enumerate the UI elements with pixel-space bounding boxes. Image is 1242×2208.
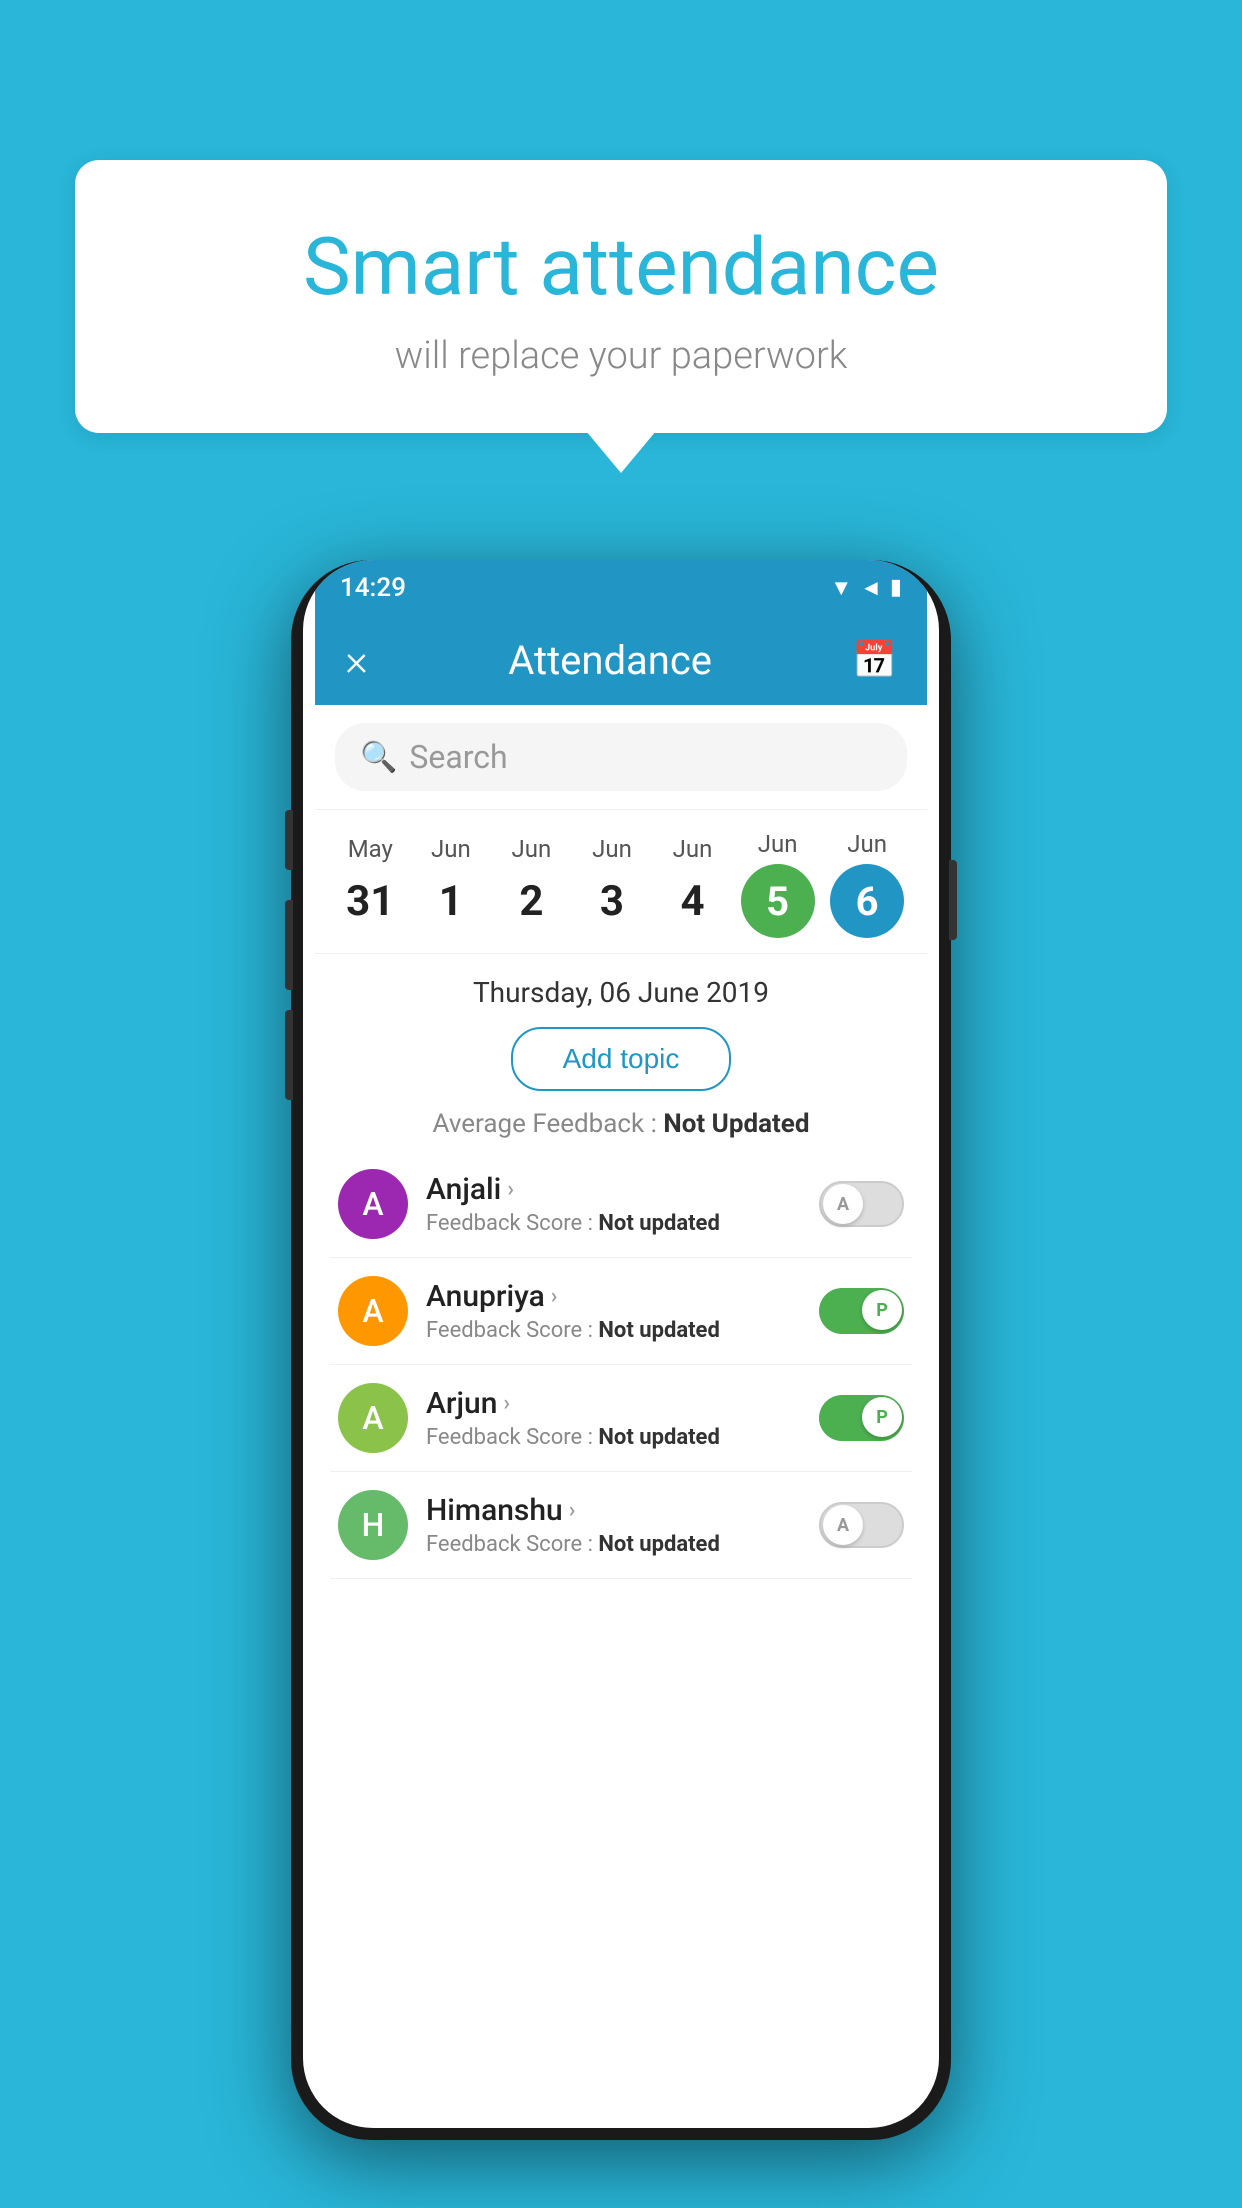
calendar-icon[interactable]: 📅	[852, 639, 897, 681]
date-item-jun1[interactable]: Jun 1	[418, 835, 483, 934]
attendance-toggle-arjun[interactable]: P	[819, 1395, 904, 1441]
date-item-may31[interactable]: May 31	[338, 835, 403, 934]
month-label: Jun	[758, 830, 798, 858]
wifi-icon: ▼	[830, 575, 852, 601]
add-topic-button[interactable]: Add topic	[511, 1027, 732, 1091]
selected-date-label: Thursday, 06 June 2019	[315, 954, 927, 1017]
avg-feedback-label: Average Feedback :	[433, 1109, 664, 1139]
date-item-jun3[interactable]: Jun 3	[579, 835, 644, 934]
feedback-label-anupriya: Feedback Score :	[426, 1318, 598, 1343]
student-row-anjali[interactable]: A Anjali › Feedback Score : Not updated	[330, 1151, 912, 1258]
calendar-row: May 31 Jun 1 Jun 2 Jun 3	[315, 810, 927, 954]
close-button[interactable]: ×	[345, 634, 368, 686]
attendance-toggle-himanshu[interactable]: A	[819, 1502, 904, 1548]
silent-button	[285, 1010, 293, 1100]
avatar-anjali: A	[338, 1169, 408, 1239]
app-title: Attendance	[508, 637, 712, 684]
status-bar: 14:29 ▼ ◄ ▮	[315, 560, 927, 615]
chevron-icon: ›	[551, 1284, 558, 1309]
chevron-icon: ›	[569, 1498, 576, 1523]
feedback-value-anjali: Not updated	[598, 1211, 719, 1236]
bubble-subtitle: will replace your paperwork	[125, 334, 1117, 378]
day-number-5: 5	[741, 864, 815, 938]
feedback-value-arjun: Not updated	[598, 1425, 719, 1450]
month-label: Jun	[592, 835, 632, 863]
attendance-toggle-anupriya[interactable]: P	[819, 1288, 904, 1334]
date-item-jun2[interactable]: Jun 2	[499, 835, 564, 934]
avatar-arjun: A	[338, 1383, 408, 1453]
student-info-himanshu: Himanshu › Feedback Score : Not updated	[426, 1493, 801, 1557]
app-bar: × Attendance 📅	[315, 615, 927, 705]
day-number: 31	[338, 869, 403, 934]
battery-icon: ▮	[890, 575, 902, 600]
date-item-jun6[interactable]: Jun 6	[830, 830, 904, 938]
search-container: 🔍 Search	[315, 705, 927, 810]
feedback-label-anjali: Feedback Score :	[426, 1211, 598, 1236]
bubble-title: Smart attendance	[125, 220, 1117, 314]
feedback-label-arjun: Feedback Score :	[426, 1425, 598, 1450]
month-label: Jun	[673, 835, 713, 863]
status-icons: ▼ ◄ ▮	[830, 575, 902, 601]
student-info-anjali: Anjali › Feedback Score : Not updated	[426, 1172, 801, 1236]
attendance-toggle-anjali[interactable]: A	[819, 1181, 904, 1227]
student-list: A Anjali › Feedback Score : Not updated	[315, 1151, 927, 1579]
student-row-anupriya[interactable]: A Anupriya › Feedback Score : Not update…	[330, 1258, 912, 1365]
student-name-arjun: Arjun	[426, 1386, 497, 1421]
day-number: 3	[579, 869, 644, 934]
student-row-himanshu[interactable]: H Himanshu › Feedback Score : Not update…	[330, 1472, 912, 1579]
chevron-icon: ›	[507, 1177, 514, 1202]
search-icon: 🔍	[360, 740, 397, 775]
speech-bubble: Smart attendance will replace your paper…	[75, 160, 1167, 433]
month-label: Jun	[431, 835, 471, 863]
day-number-6: 6	[830, 864, 904, 938]
student-info-anupriya: Anupriya › Feedback Score : Not updated	[426, 1279, 801, 1343]
student-name-anupriya: Anupriya	[426, 1279, 545, 1314]
day-number: 4	[660, 869, 725, 934]
feedback-value-himanshu: Not updated	[598, 1532, 719, 1557]
power-button	[949, 860, 957, 940]
status-time: 14:29	[340, 573, 406, 603]
volume-up-button	[285, 810, 293, 870]
search-bar[interactable]: 🔍 Search	[335, 723, 907, 791]
month-label: Jun	[847, 830, 887, 858]
feedback-value-anupriya: Not updated	[598, 1318, 719, 1343]
feedback-label-himanshu: Feedback Score :	[426, 1532, 598, 1557]
signal-icon: ◄	[860, 575, 882, 601]
avg-feedback: Average Feedback : Not Updated	[315, 1101, 927, 1151]
date-item-jun5[interactable]: Jun 5	[741, 830, 815, 938]
search-placeholder: Search	[409, 738, 507, 776]
chevron-icon: ›	[503, 1391, 510, 1416]
day-number: 2	[499, 869, 564, 934]
student-name-himanshu: Himanshu	[426, 1493, 563, 1528]
student-info-arjun: Arjun › Feedback Score : Not updated	[426, 1386, 801, 1450]
student-name-anjali: Anjali	[426, 1172, 501, 1207]
volume-down-button	[285, 900, 293, 990]
phone-mockup: 14:29 ▼ ◄ ▮ × Attendance 📅 🔍	[291, 560, 951, 2140]
date-item-jun4[interactable]: Jun 4	[660, 835, 725, 934]
phone-screen: 14:29 ▼ ◄ ▮ × Attendance 📅 🔍	[303, 560, 939, 2128]
avatar-himanshu: H	[338, 1490, 408, 1560]
avg-feedback-value: Not Updated	[663, 1109, 809, 1139]
student-row-arjun[interactable]: A Arjun › Feedback Score : Not updated	[330, 1365, 912, 1472]
day-number: 1	[418, 869, 483, 934]
avatar-anupriya: A	[338, 1276, 408, 1346]
month-label: May	[348, 835, 393, 863]
month-label: Jun	[512, 835, 552, 863]
